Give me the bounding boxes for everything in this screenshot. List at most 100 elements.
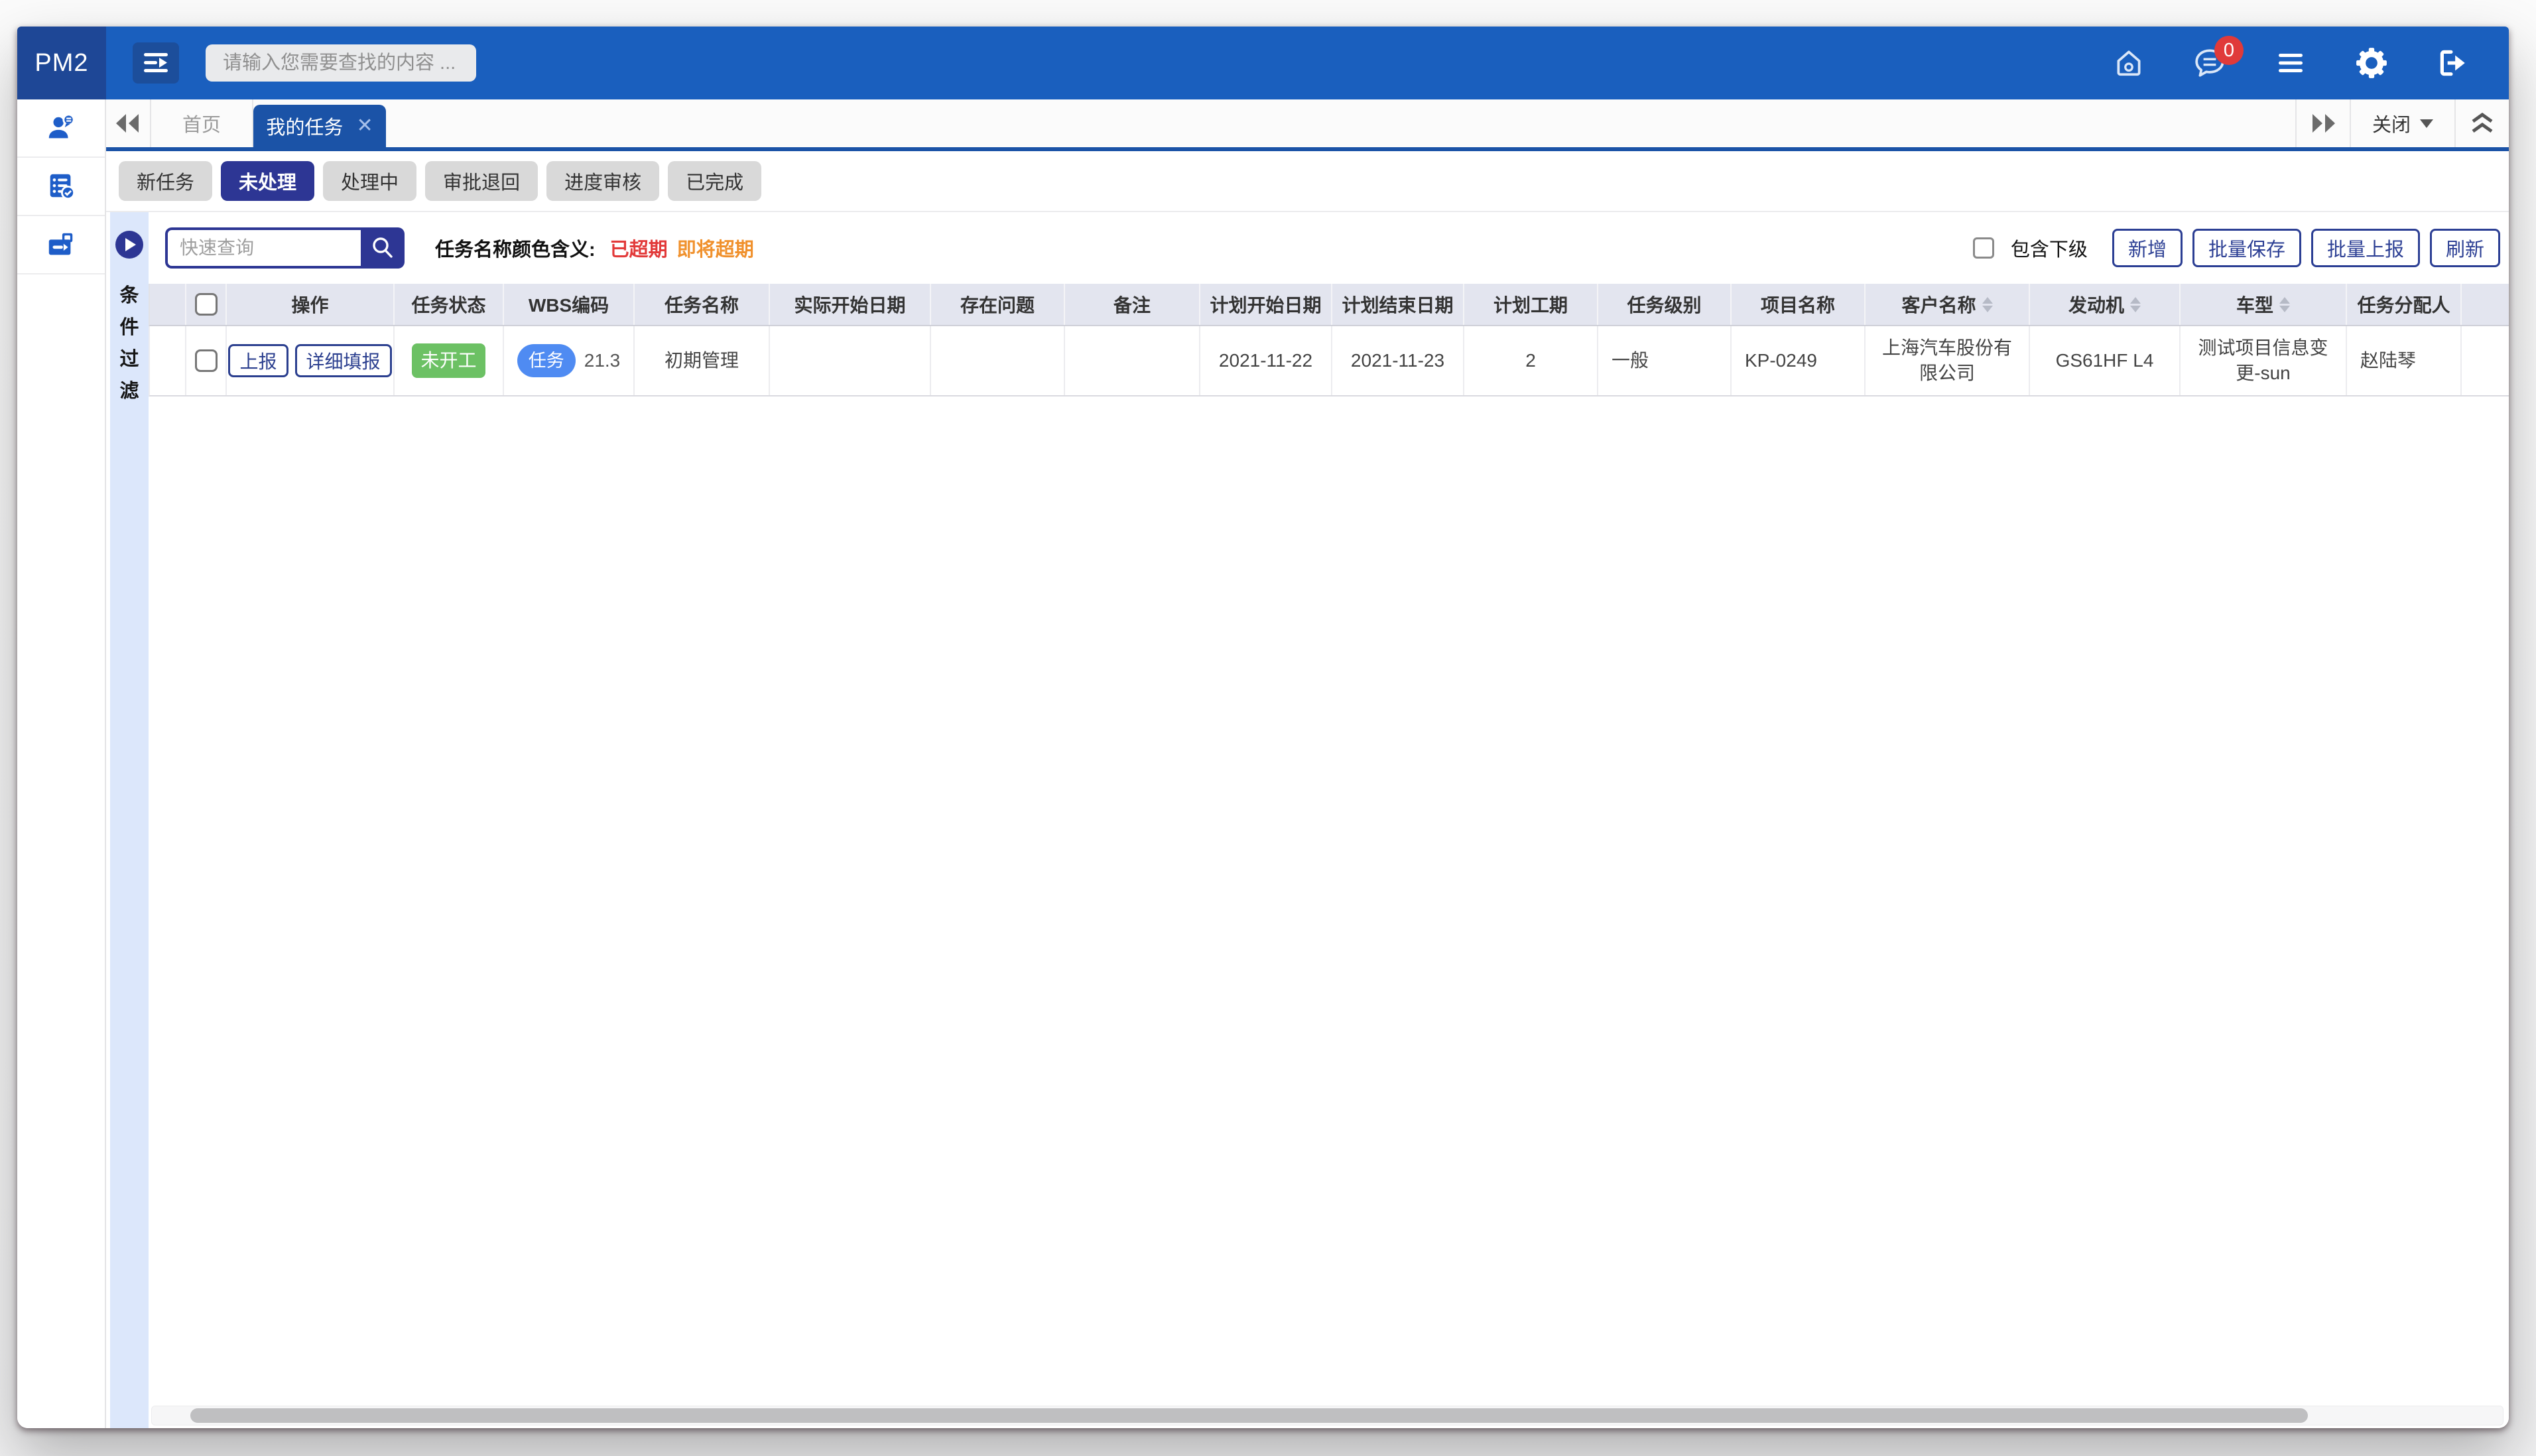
cell-remark	[1065, 326, 1200, 395]
header-cell-remark: 备注	[1065, 284, 1200, 325]
tab-my-tasks-label: 我的任务	[266, 112, 343, 140]
cell-model: 测试项目信息变更-sun	[2181, 326, 2347, 395]
header-cell-select	[186, 284, 227, 325]
sort-icon[interactable]	[1982, 297, 1993, 312]
filter-button-5[interactable]: 已完成	[668, 161, 761, 201]
header-cell-model[interactable]: 车型	[2181, 284, 2347, 325]
include-sub-checkbox[interactable]	[1973, 237, 1994, 259]
tasks-table: 操作任务状态WBS编码任务名称实际开始日期存在问题备注计划开始日期计划结束日期计…	[149, 284, 2509, 1428]
cell-problems	[931, 326, 1065, 395]
filter-button-2[interactable]: 处理中	[323, 161, 416, 201]
home-icon[interactable]	[2112, 46, 2145, 80]
row-action-button-1[interactable]: 详细填报	[295, 344, 392, 377]
caret-down-icon	[2420, 119, 2433, 128]
horizontal-scrollbar	[151, 1406, 2504, 1426]
toolbar-button-1[interactable]: 批量保存	[2192, 229, 2301, 267]
include-sub-label: 包含下级	[2011, 234, 2088, 262]
filter-button-1[interactable]: 未处理	[221, 161, 314, 201]
row-select-checkbox[interactable]	[195, 349, 218, 372]
cell-customer: 上海汽车股份有限公司	[1866, 326, 2030, 395]
header-cell-op: 操作	[227, 284, 395, 325]
filter-button-4[interactable]: 进度审核	[546, 161, 659, 201]
logout-icon[interactable]	[2436, 46, 2469, 80]
legend-label: 任务名称颜色含义:	[435, 239, 596, 261]
tab-home[interactable]: 首页	[151, 99, 253, 147]
app-window: PM2	[17, 27, 2509, 1428]
toolbar-button-0[interactable]: 新增	[2112, 229, 2183, 267]
work-region: 条件过滤	[106, 212, 2509, 1428]
header-cell-customer[interactable]: 客户名称	[1866, 284, 2030, 325]
sidebar-item-user[interactable]	[17, 99, 105, 158]
color-legend: 任务名称颜色含义: 已超期即将超期	[435, 234, 754, 262]
search-icon	[369, 235, 396, 261]
sort-icon[interactable]	[2130, 297, 2141, 312]
cell-actual_start	[770, 326, 931, 395]
tabs-scroll-left-button[interactable]	[106, 99, 151, 147]
quick-search-input[interactable]	[165, 227, 361, 269]
table-toolbar: 任务名称颜色含义: 已超期即将超期 包含下级 新增批量保存批量上报刷新	[149, 212, 2509, 284]
navbar-main: 0	[106, 27, 2509, 99]
task-type-pill: 任务	[517, 344, 576, 377]
row-action-button-0[interactable]: 上报	[228, 344, 288, 377]
top-navbar: PM2	[17, 27, 2509, 99]
cell-status: 未开工	[395, 326, 504, 395]
message-icon[interactable]: 0	[2193, 46, 2226, 80]
quick-search-button[interactable]	[361, 227, 405, 269]
header-cell-overflow	[2462, 284, 2509, 325]
header-cell-plan_duration: 计划工期	[1464, 284, 1598, 325]
select-all-checkbox[interactable]	[195, 293, 218, 316]
filter-button-3[interactable]: 审批退回	[425, 161, 538, 201]
legend-overdue: 已超期	[610, 239, 668, 261]
sidebar-item-tasks[interactable]	[17, 158, 105, 216]
header-cell-plan_start: 计划开始日期	[1200, 284, 1332, 325]
toolbar-button-3[interactable]: 刷新	[2430, 229, 2500, 267]
cell-gutter	[150, 326, 186, 395]
checklist-icon	[46, 171, 76, 202]
toolbar-button-2[interactable]: 批量上报	[2311, 229, 2420, 267]
horizontal-scrollbar-thumb[interactable]	[190, 1408, 2308, 1423]
wbs-code-value: 21.3	[584, 348, 621, 373]
condition-filter-strip: 条件过滤	[110, 212, 149, 1428]
filter-button-0[interactable]: 新任务	[119, 161, 212, 201]
global-search-input[interactable]	[206, 44, 476, 82]
header-cell-plan_end: 计划结束日期	[1332, 284, 1464, 325]
settings-icon[interactable]	[2355, 46, 2388, 80]
menu-icon[interactable]	[2274, 46, 2307, 80]
close-tabs-label: 关闭	[2372, 109, 2411, 137]
cell-select	[186, 326, 227, 395]
left-icon-sidebar	[17, 99, 106, 1428]
cell-task_level: 一般	[1598, 326, 1732, 395]
sidebar-toggle-button[interactable]	[133, 42, 179, 84]
indent-menu-icon	[141, 50, 170, 76]
quick-search	[165, 227, 405, 269]
tabs-scroll-right-button[interactable]	[2295, 99, 2350, 147]
double-chevron-left-icon	[115, 114, 141, 133]
header-cell-status: 任务状态	[395, 284, 504, 325]
condition-filter-label: 条件过滤	[119, 280, 139, 403]
table-row: 上报详细填报未开工任务21.3初期管理2021-11-222021-11-232…	[149, 326, 2509, 396]
navbar-actions: 0	[2112, 46, 2469, 80]
tab-bar: 首页 我的任务 ✕ 关闭	[106, 99, 2509, 151]
header-cell-assignee: 任务分配人	[2347, 284, 2462, 325]
header-cell-engine[interactable]: 发动机	[2030, 284, 2181, 325]
cell-overflow	[2462, 326, 2509, 395]
legend-soon: 即将超期	[677, 239, 754, 261]
tab-my-tasks[interactable]: 我的任务 ✕	[253, 105, 386, 147]
header-cell-actual_start: 实际开始日期	[770, 284, 931, 325]
cell-plan_end: 2021-11-23	[1332, 326, 1464, 395]
double-chevron-up-icon	[2470, 112, 2495, 135]
header-cell-project: 项目名称	[1732, 284, 1866, 325]
close-tabs-dropdown[interactable]: 关闭	[2350, 99, 2454, 147]
status-filter-row: 新任务未处理处理中审批退回进度审核已完成	[106, 151, 2509, 212]
sidebar-item-archive[interactable]	[17, 216, 105, 274]
cell-task_name: 初期管理	[635, 326, 770, 395]
tab-close-icon[interactable]: ✕	[356, 116, 373, 136]
toolbar-actions: 包含下级 新增批量保存批量上报刷新	[1973, 229, 2500, 267]
sort-icon[interactable]	[2279, 297, 2290, 312]
collapse-tabs-button[interactable]	[2454, 99, 2509, 147]
header-cell-task_name: 任务名称	[635, 284, 770, 325]
header-cell-task_level: 任务级别	[1598, 284, 1732, 325]
header-cell-problems: 存在问题	[931, 284, 1065, 325]
expand-filter-button[interactable]	[115, 231, 143, 259]
message-count-badge: 0	[2214, 36, 2244, 65]
